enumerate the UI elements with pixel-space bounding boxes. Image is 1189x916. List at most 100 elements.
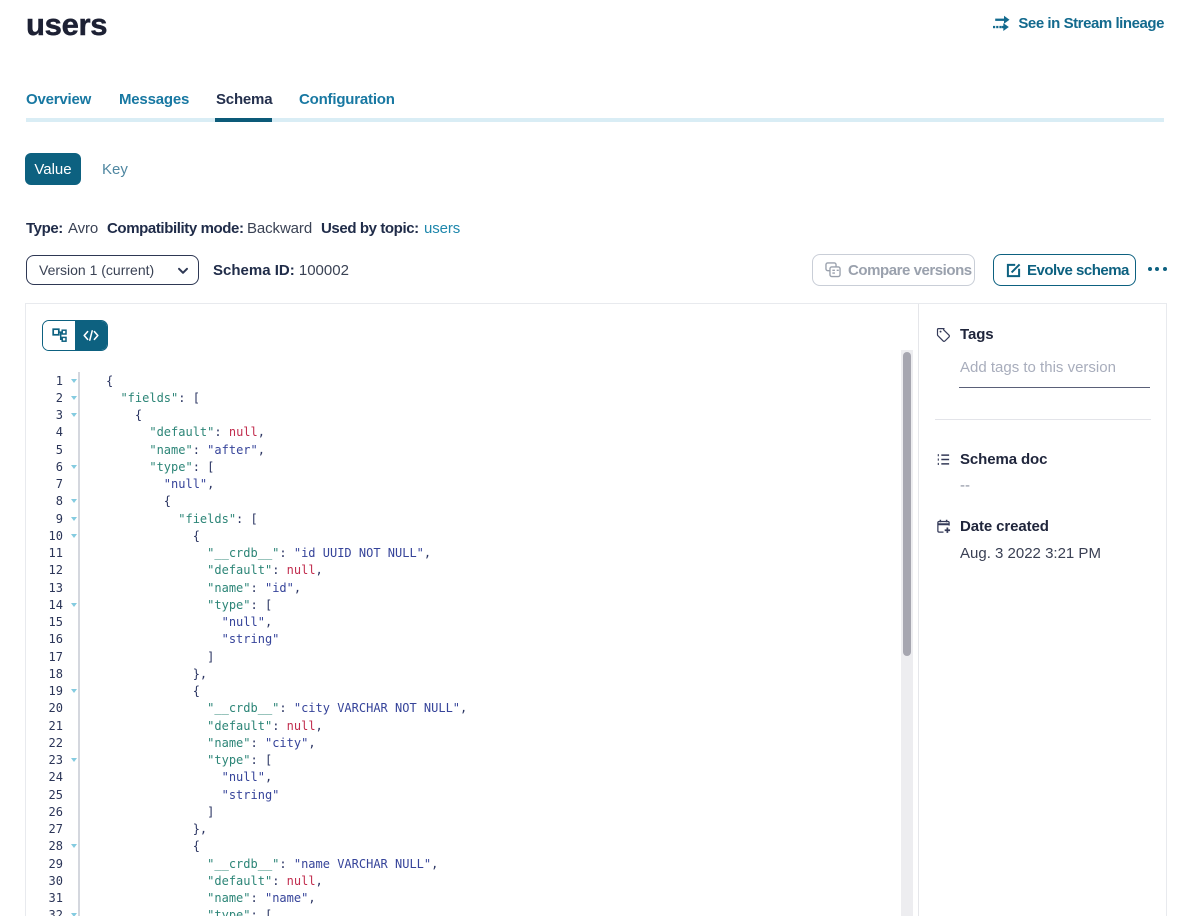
- code-line: 23 "type": [: [26, 752, 901, 769]
- fold-gutter: [63, 872, 80, 889]
- line-number: 17: [26, 650, 63, 664]
- used-by-topic-label: Used by topic:: [321, 220, 419, 237]
- see-in-stream-lineage-link[interactable]: See in Stream lineage: [993, 15, 1164, 32]
- fold-arrow-icon: [71, 603, 77, 607]
- evolve-schema-icon: [1006, 263, 1021, 278]
- code-text: "null",: [106, 615, 272, 629]
- fold-toggle[interactable]: [63, 389, 80, 406]
- code-editor[interactable]: 1{2 "fields": [3 {4 "default": null,5 "n…: [26, 372, 901, 916]
- code-text: "name": "after",: [106, 443, 265, 457]
- fold-gutter: [63, 700, 80, 717]
- fold-arrow-icon: [71, 689, 77, 693]
- fold-toggle[interactable]: [63, 752, 80, 769]
- code-line: 17 ]: [26, 648, 901, 665]
- fold-toggle[interactable]: [63, 493, 80, 510]
- code-view-button[interactable]: [75, 321, 107, 350]
- code-text: "string": [106, 632, 279, 646]
- code-text: "name": "name",: [106, 891, 316, 905]
- code-line: 30 "default": null,: [26, 872, 901, 889]
- tags-input[interactable]: [959, 353, 1150, 388]
- type-value: Avro: [68, 220, 98, 237]
- tree-view-button[interactable]: [43, 321, 75, 350]
- fold-toggle[interactable]: [63, 907, 80, 916]
- fold-arrow-icon: [71, 534, 77, 538]
- version-select[interactable]: Version 1 (current): [26, 255, 199, 285]
- scrollbar-track[interactable]: [901, 350, 913, 916]
- tag-icon: [936, 327, 951, 342]
- code-text: "__crdb__": "id UUID NOT NULL",: [106, 546, 431, 560]
- code-line: 4 "default": null,: [26, 424, 901, 441]
- view-mode-toggle: [42, 320, 108, 351]
- code-line: 18 },: [26, 665, 901, 682]
- line-number: 18: [26, 667, 63, 681]
- evolve-schema-button[interactable]: Evolve schema: [993, 254, 1136, 286]
- code-text: "type": [: [106, 598, 272, 612]
- scrollbar-thumb[interactable]: [903, 352, 911, 656]
- more-options-button[interactable]: [1148, 261, 1174, 277]
- code-text: "string": [106, 788, 279, 802]
- code-text: "null",: [106, 770, 272, 784]
- code-line: 26 ]: [26, 803, 901, 820]
- panel-divider: [918, 304, 919, 916]
- tab-schema[interactable]: Schema: [216, 91, 272, 108]
- fold-arrow-icon: [71, 844, 77, 848]
- line-number: 8: [26, 494, 63, 508]
- code-text: "null",: [106, 477, 214, 491]
- schema-id-row: Schema ID: 100002: [213, 262, 349, 279]
- sidebar-divider: [935, 419, 1151, 420]
- code-line: 31 "name": "name",: [26, 890, 901, 907]
- dot-icon: [1148, 267, 1152, 271]
- tab-configuration[interactable]: Configuration: [299, 91, 395, 108]
- code-line: 10 {: [26, 527, 901, 544]
- line-number: 12: [26, 563, 63, 577]
- code-line: 7 "null",: [26, 476, 901, 493]
- line-number: 3: [26, 408, 63, 422]
- code-line: 8 {: [26, 493, 901, 510]
- fold-toggle[interactable]: [63, 596, 80, 613]
- fold-toggle[interactable]: [63, 683, 80, 700]
- fold-toggle[interactable]: [63, 458, 80, 475]
- schema-id-label: Schema ID:: [213, 262, 295, 279]
- line-number: 15: [26, 615, 63, 629]
- code-text: "default": null,: [106, 719, 323, 733]
- tab-overview[interactable]: Overview: [26, 91, 91, 108]
- line-number: 16: [26, 632, 63, 646]
- page-title: users: [26, 7, 107, 43]
- line-number: 11: [26, 546, 63, 560]
- line-number: 32: [26, 908, 63, 916]
- code-line: 27 },: [26, 821, 901, 838]
- code-line: 11 "__crdb__": "id UUID NOT NULL",: [26, 545, 901, 562]
- fold-gutter: [63, 786, 80, 803]
- fold-toggle[interactable]: [63, 527, 80, 544]
- code-line: 22 "name": "city",: [26, 734, 901, 751]
- fold-toggle[interactable]: [63, 407, 80, 424]
- code-text: {: [106, 839, 200, 853]
- fold-toggle[interactable]: [63, 372, 80, 389]
- tab-active-underline: [215, 118, 272, 122]
- tab-messages[interactable]: Messages: [119, 91, 189, 108]
- fold-arrow-icon: [71, 413, 77, 417]
- topic-link[interactable]: users: [424, 220, 460, 237]
- schema-panel: 1{2 "fields": [3 {4 "default": null,5 "n…: [25, 303, 1167, 916]
- key-tab-button[interactable]: Key: [102, 153, 128, 185]
- code-line: 2 "fields": [: [26, 389, 901, 406]
- evolve-schema-label: Evolve schema: [1027, 262, 1129, 279]
- code-text: "__crdb__": "name VARCHAR NULL",: [106, 857, 438, 871]
- compatibility-value: Backward: [247, 220, 312, 237]
- fold-toggle[interactable]: [63, 838, 80, 855]
- tab-underline-track: [26, 118, 1164, 122]
- date-created-icon: [936, 519, 951, 534]
- code-view-icon: [83, 330, 99, 342]
- code-text: "default": null,: [106, 425, 265, 439]
- fold-gutter: [63, 545, 80, 562]
- code-text: ]: [106, 650, 214, 664]
- compare-versions-button[interactable]: Compare versions: [812, 254, 975, 286]
- fold-gutter: [63, 821, 80, 838]
- fold-toggle[interactable]: [63, 510, 80, 527]
- code-text: "type": [: [106, 753, 272, 767]
- line-number: 29: [26, 857, 63, 871]
- code-line: 6 "type": [: [26, 458, 901, 475]
- code-line: 15 "null",: [26, 614, 901, 631]
- value-tab-button[interactable]: Value: [25, 153, 81, 185]
- code-text: {: [106, 684, 200, 698]
